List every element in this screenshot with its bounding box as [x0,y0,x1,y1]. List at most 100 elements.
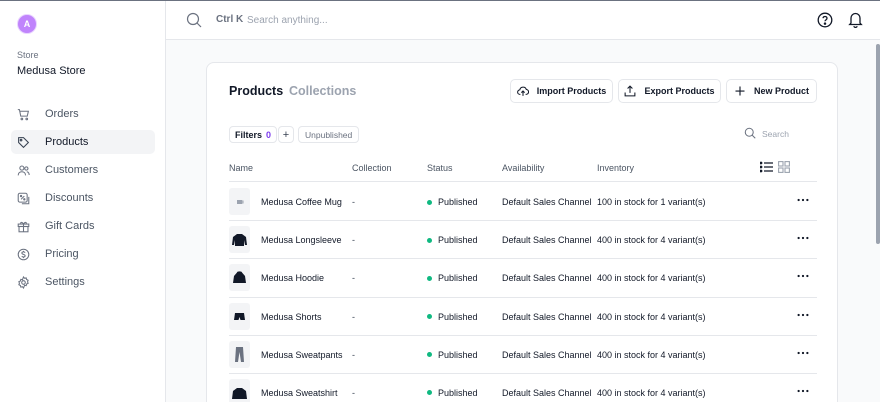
product-inventory: 400 in stock for 4 variant(s) [597,387,706,398]
status-badge: Published [427,273,478,283]
table-row[interactable]: Medusa Shorts - Published Default Sales … [229,298,817,336]
status-badge: Published [427,388,478,398]
table-header: Name Collection Status Availability Inve… [229,154,817,182]
filters-label: Filters [235,129,263,140]
plus-icon [735,86,745,96]
table-row[interactable]: Medusa Longsleeve - Published Default Sa… [229,221,817,260]
new-product-label: New Product [753,86,809,96]
column-header-collection[interactable]: Collection [352,163,392,173]
more-actions-icon[interactable] [795,345,811,361]
filters-count: 0 [266,129,272,140]
new-product-button[interactable]: New Product [726,79,817,103]
status-badge: Published [427,197,478,207]
list-view-icon[interactable] [760,161,773,173]
product-name: Medusa Sweatshirt [261,387,338,398]
more-actions-icon[interactable] [795,307,811,323]
product-name: Medusa Coffee Mug [261,197,342,207]
status-dot [427,199,432,205]
product-availability: Default Sales Channel [502,235,592,246]
sidebar-item-orders[interactable]: Orders [11,102,155,126]
product-name: Medusa Longsleeve [261,235,342,246]
product-availability: Default Sales Channel [502,197,592,207]
table-row[interactable]: Medusa Coffee Mug - Published Default Sa… [229,183,817,222]
product-inventory: 100 in stock for 1 variant(s) [597,197,706,207]
sidebar: A Store Medusa Store Orders Products Cus… [0,1,166,402]
status-dot [427,314,432,320]
status-dot [427,352,432,358]
product-collection: - [352,197,355,207]
dollar-icon [17,248,30,261]
discount-icon [17,192,30,205]
sidebar-item-label: Discounts [45,192,94,204]
table-row[interactable]: Medusa Hoodie - Published Default Sales … [229,259,817,298]
table-row[interactable]: Medusa Sweatshirt - Published Default Sa… [229,374,817,402]
status-dot [427,237,432,243]
products-card: Products Collections Import Products Exp… [206,62,838,402]
sidebar-item-customers[interactable]: Customers [11,158,155,182]
upload-cloud-icon [516,86,529,96]
column-header-inventory[interactable]: Inventory [597,163,634,173]
search-icon[interactable] [186,12,202,28]
import-products-button[interactable]: Import Products [510,79,613,103]
column-header-status[interactable]: Status [427,163,453,173]
status-label: Published [438,273,478,284]
sidebar-item-label: Gift Cards [45,220,95,232]
shorts-thumbnail-icon [229,302,250,330]
product-collection: - [352,311,355,322]
global-search-input[interactable] [247,12,447,28]
filters-button[interactable]: Filters 0 [229,126,278,143]
product-availability: Default Sales Channel [502,273,592,284]
product-collection: - [352,235,355,246]
status-dot [427,275,432,281]
sidebar-item-gift-cards[interactable]: Gift Cards [11,214,155,238]
topbar: Ctrl K [166,1,880,40]
status-badge: Published [427,312,478,322]
status-label: Published [438,349,478,360]
product-collection: - [352,349,355,360]
import-products-label: Import Products [536,86,607,96]
tab-products[interactable]: Products [229,84,283,98]
mug-thumbnail-icon [229,188,250,215]
tag-icon [17,136,30,149]
sidebar-item-products[interactable]: Products [11,130,155,154]
column-header-name[interactable]: Name [229,163,253,173]
sidebar-item-pricing[interactable]: Pricing [11,242,155,266]
sidebar-item-label: Customers [45,164,99,176]
unpublished-filter-chip[interactable]: Unpublished [298,126,360,143]
tab-collections[interactable]: Collections [289,84,356,98]
store-name: Medusa Store [17,65,86,77]
product-availability: Default Sales Channel [502,387,592,398]
export-products-button[interactable]: Export Products [618,79,721,103]
page-scrollbar[interactable] [876,44,880,244]
upload-icon [625,85,636,97]
product-inventory: 400 in stock for 4 variant(s) [597,311,706,322]
more-actions-icon[interactable] [795,192,811,208]
bell-icon[interactable] [848,11,863,28]
table-row[interactable]: Medusa Sweatpants - Published Default Sa… [229,336,817,374]
grid-view-icon[interactable] [778,161,790,173]
avatar[interactable]: A [17,14,37,34]
more-actions-icon[interactable] [795,268,811,284]
column-header-availability[interactable]: Availability [502,163,544,173]
add-filter-button[interactable]: + [278,126,294,143]
sidebar-item-label: Settings [45,276,85,288]
status-badge: Published [427,235,478,245]
sidebar-item-label: Orders [45,108,79,120]
sweatpants-thumbnail-icon [229,340,250,368]
product-collection: - [352,273,355,284]
status-label: Published [438,235,478,246]
hoodie-thumbnail-icon [229,264,250,292]
product-search-input[interactable] [762,127,817,140]
product-name: Medusa Hoodie [261,273,325,284]
product-inventory: 400 in stock for 4 variant(s) [597,273,706,284]
product-inventory: 400 in stock for 4 variant(s) [597,235,706,246]
sidebar-nav: Orders Products Customers Discounts Gift… [11,102,155,298]
status-dot [427,390,432,396]
sidebar-item-discounts[interactable]: Discounts [11,186,155,210]
products-table-body: Medusa Coffee Mug - Published Default Sa… [229,183,817,402]
help-icon[interactable] [817,12,833,28]
sidebar-item-settings[interactable]: Settings [11,270,155,294]
product-availability: Default Sales Channel [502,311,592,322]
more-actions-icon[interactable] [795,230,811,246]
more-actions-icon[interactable] [795,383,811,399]
